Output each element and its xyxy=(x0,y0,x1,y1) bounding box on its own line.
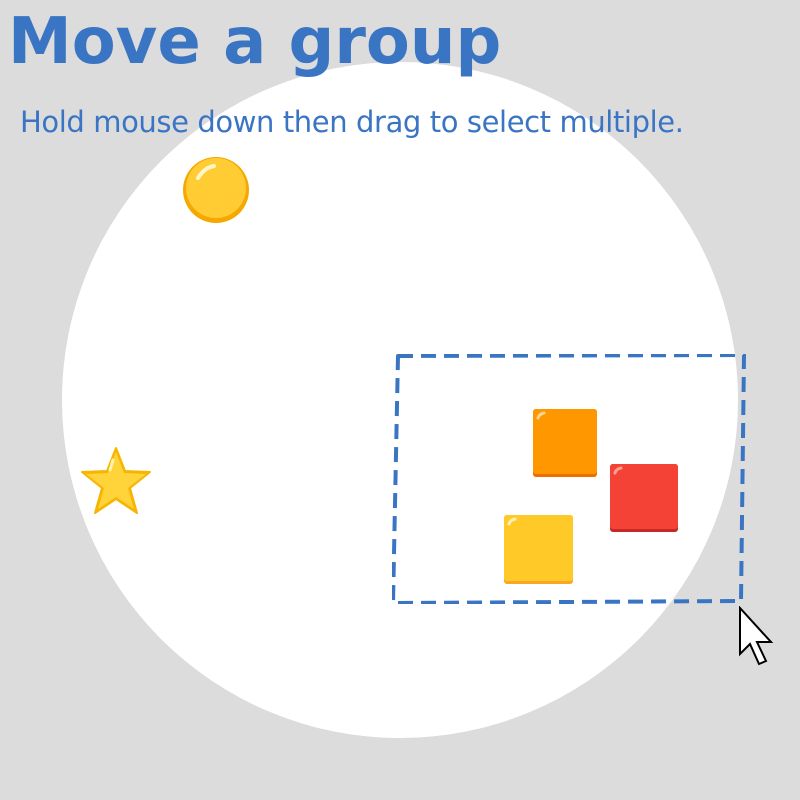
instructions-text: Hold mouse down then drag to select mult… xyxy=(20,105,684,139)
selection-rectangle xyxy=(392,354,746,604)
arrow-pointer-icon xyxy=(739,606,774,666)
page-title: Move a group xyxy=(8,5,502,79)
game-stage[interactable]: Move a group Hold mouse down then drag t… xyxy=(0,0,800,800)
yellow-circle-icon[interactable] xyxy=(182,156,250,224)
star-icon[interactable] xyxy=(80,446,152,516)
